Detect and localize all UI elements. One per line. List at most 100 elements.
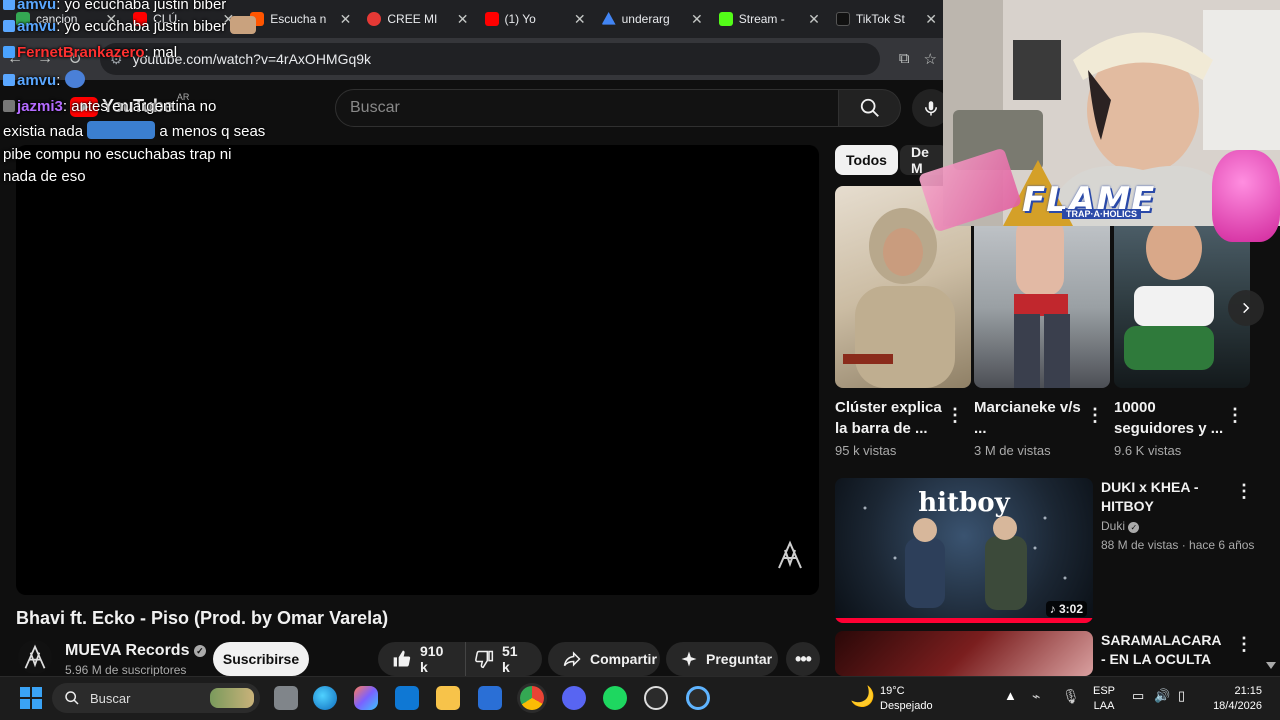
- thumbs-down-icon: [475, 650, 494, 669]
- video-title-link[interactable]: DUKI x KHEA - HITBOY: [1101, 478, 1219, 516]
- chat-text: a menos q seas: [159, 123, 266, 140]
- copilot-icon[interactable]: [354, 686, 378, 710]
- chat-username: FernetBrankazero: [17, 44, 145, 61]
- browser-tab[interactable]: CREE MI ✕: [359, 4, 476, 34]
- channel-watermark-icon[interactable]: [776, 540, 804, 570]
- app-icon[interactable]: [686, 686, 710, 710]
- share-button[interactable]: Compartir: [548, 642, 660, 676]
- chat-message: jazmi3: antes en argentina no: [3, 98, 216, 115]
- browser-tab[interactable]: (1) Yo ✕: [477, 4, 594, 34]
- channel-avatar[interactable]: [18, 640, 52, 674]
- filter-chip-all[interactable]: Todos: [835, 145, 898, 175]
- chat-text: yo ecuchaba justin biber: [64, 0, 227, 13]
- search-highlight-icon: [210, 688, 254, 708]
- tab-favicon-icon: [367, 12, 382, 26]
- chat-emote-icon: [230, 16, 257, 34]
- tab-favicon-icon: [835, 12, 850, 26]
- shorts-next-button[interactable]: [1228, 290, 1264, 326]
- sparkle-icon: [681, 651, 697, 667]
- short-title[interactable]: 10000 seguidores y ...: [1114, 397, 1232, 439]
- tray-chevron-up-icon[interactable]: ▲: [1004, 688, 1017, 703]
- video-thumbnail[interactable]: [835, 631, 1093, 676]
- dislike-button[interactable]: 51 k: [466, 642, 542, 676]
- flame-overlay-subtitle: TRAP·A·HOLICS: [1062, 209, 1141, 219]
- pink-statue-sticker-icon: [1212, 150, 1280, 242]
- chat-text: antes en argentina no: [71, 98, 217, 115]
- video-player[interactable]: [16, 145, 819, 595]
- browser-tab[interactable]: underarg ✕: [594, 4, 711, 34]
- outlook-icon[interactable]: [395, 686, 419, 710]
- discord-icon[interactable]: [562, 686, 586, 710]
- tab-close-icon[interactable]: ✕: [925, 11, 937, 28]
- weather-widget[interactable]: 19°C Despejado: [880, 684, 933, 714]
- subscribe-button[interactable]: Suscribirse: [213, 642, 309, 676]
- video-title: Bhavi ft. Ecko - Piso (Prod. by Omar Var…: [16, 608, 389, 628]
- file-explorer-icon[interactable]: [436, 686, 460, 710]
- tab-favicon-icon: [484, 12, 499, 26]
- obs-icon[interactable]: [644, 686, 668, 710]
- short-menu-icon[interactable]: ⋮: [1226, 406, 1244, 424]
- task-view-icon[interactable]: [274, 686, 298, 710]
- display-icon[interactable]: ▭: [1132, 688, 1144, 704]
- chat-username: amvu: [17, 0, 57, 13]
- chat-text: pibe compu no escuchabas trap ni: [3, 146, 232, 163]
- install-app-icon[interactable]: ⧉: [899, 50, 910, 68]
- chat-message: amvu:: [3, 70, 85, 89]
- video-meta: 88 M de vistas · hace 6 años: [1101, 538, 1255, 552]
- like-count: 910 k: [420, 643, 444, 675]
- browser-tab[interactable]: Escucha n ✕: [242, 4, 359, 34]
- chat-message: FernetBrankazero: mal: [3, 44, 177, 61]
- tab-close-icon[interactable]: ✕: [574, 11, 586, 28]
- ask-button[interactable]: Preguntar: [666, 642, 778, 676]
- tab-close-icon[interactable]: ✕: [808, 11, 820, 28]
- search-input[interactable]: Buscar: [335, 89, 839, 127]
- chat-emote-icon: [64, 70, 85, 88]
- chat-badge-icon: [3, 0, 15, 10]
- video-channel[interactable]: Duki ✓: [1101, 519, 1140, 533]
- short-menu-icon[interactable]: ⋮: [946, 406, 964, 424]
- store-icon[interactable]: [478, 686, 502, 710]
- language-indicator[interactable]: ESP LAA: [1093, 684, 1115, 714]
- like-button[interactable]: 910 k: [378, 642, 466, 676]
- short-title[interactable]: Marcianeke v/s ...: [974, 397, 1092, 439]
- edge-icon[interactable]: [313, 686, 337, 710]
- tab-close-icon[interactable]: ✕: [457, 11, 469, 28]
- dislike-count: 51 k: [502, 643, 518, 675]
- video-thumbnail[interactable]: hitboy ♪ 3:02: [835, 478, 1093, 623]
- more-horizontal-icon: •••: [795, 648, 812, 669]
- battery-icon[interactable]: ▯: [1178, 688, 1185, 704]
- channel-name[interactable]: MUEVA Records ✓: [65, 642, 206, 660]
- spotify-icon[interactable]: [603, 686, 627, 710]
- chat-badge-icon: [3, 46, 15, 58]
- tab-favicon-icon: [601, 12, 616, 25]
- video-duration: ♪ 3:02: [1045, 601, 1087, 617]
- windows-start-icon[interactable]: [20, 687, 42, 709]
- chat-text: yo ecuchaba justin biber: [64, 18, 227, 35]
- microphone-icon: [925, 101, 937, 116]
- chat-text: nada de eso: [3, 168, 86, 185]
- volume-icon[interactable]: 🔊: [1154, 688, 1170, 704]
- network-icon[interactable]: ⌁: [1032, 688, 1040, 705]
- chat-message: nada de eso: [3, 168, 86, 185]
- bookmark-star-icon[interactable]: ☆: [924, 50, 937, 68]
- search-icon: [65, 691, 79, 705]
- address-bar[interactable]: ⚙ youtube.com/watch?v=4rAxOHMGq9k: [100, 43, 880, 75]
- chat-emote-icon: [87, 121, 156, 139]
- microphone-tray-icon[interactable]: 🎙: [1062, 688, 1080, 705]
- chrome-icon[interactable]: [520, 686, 544, 710]
- clock[interactable]: 21:15 18/4/2026: [1206, 684, 1262, 714]
- video-menu-icon[interactable]: ⋮: [1235, 482, 1253, 500]
- short-title[interactable]: Clúster explica la barra de ...: [835, 397, 953, 439]
- browser-tab[interactable]: Stream - ✕: [711, 4, 828, 34]
- scroll-down-icon[interactable]: [1266, 662, 1276, 669]
- taskbar-search[interactable]: Buscar: [52, 683, 260, 713]
- tab-close-icon[interactable]: ✕: [340, 11, 352, 28]
- video-menu-icon[interactable]: ⋮: [1235, 635, 1253, 653]
- chat-badge-icon: [3, 100, 15, 112]
- short-menu-icon[interactable]: ⋮: [1086, 406, 1104, 424]
- tab-close-icon[interactable]: ✕: [691, 11, 703, 28]
- more-actions-button[interactable]: •••: [786, 642, 820, 676]
- video-thumbnail-text: hitboy: [918, 488, 1010, 518]
- search-button[interactable]: [839, 89, 901, 127]
- browser-tab[interactable]: TikTok St ✕: [828, 4, 945, 34]
